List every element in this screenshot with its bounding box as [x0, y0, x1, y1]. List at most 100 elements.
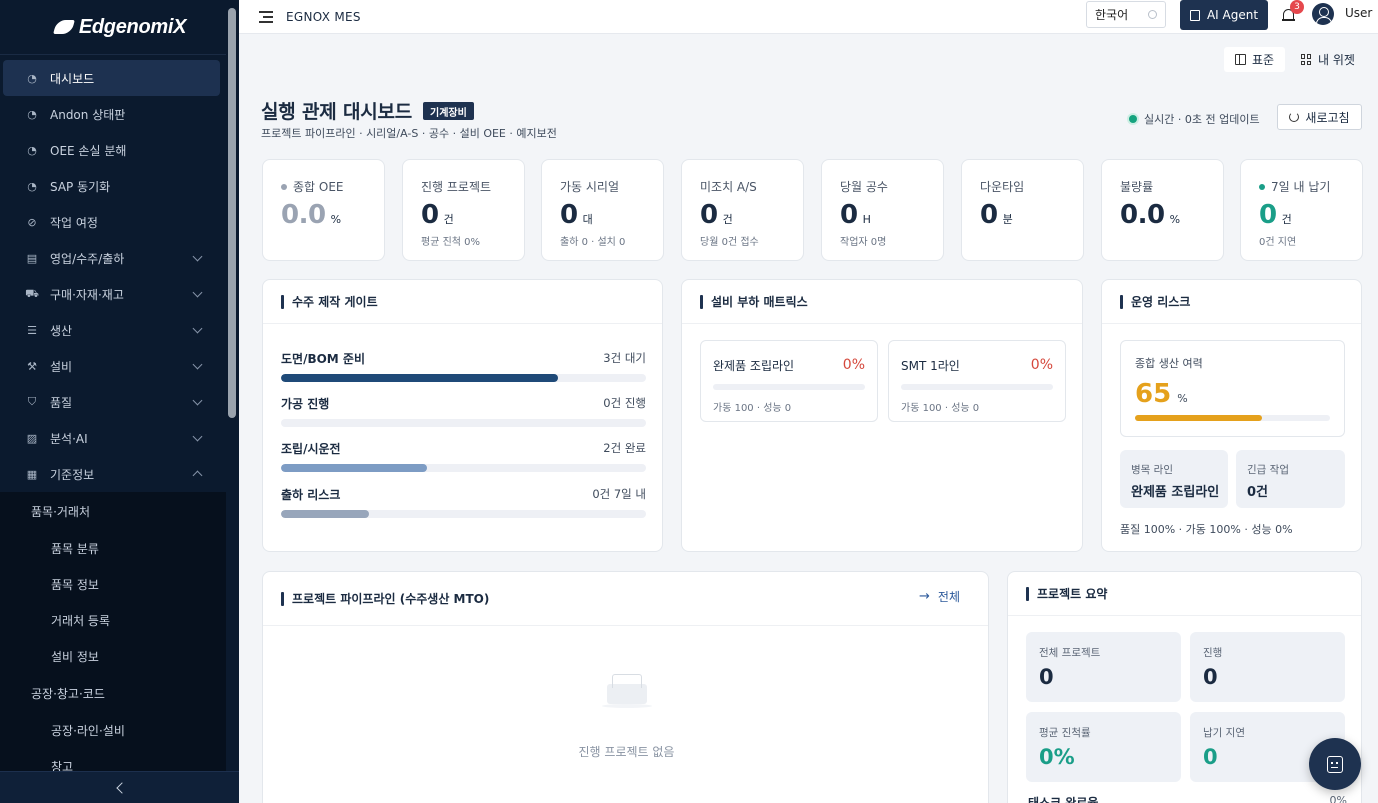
capacity-panel: 종합 생산 여력 65 %	[1120, 340, 1345, 437]
sidebar-item-label: 품질	[50, 395, 73, 410]
pipeline-card: 프로젝트 파이프라인 (수주생산 MTO) → 전체 진행 프로젝트 없음	[262, 571, 989, 803]
kpi-label-text: 진행 프로젝트	[421, 180, 492, 194]
gate-card: 수주 제작 게이트 도면/BOM 준비 3건 대기 가공 진행 0건 진행 조립/시운전…	[262, 279, 663, 552]
view-all-link[interactable]: → 전체	[919, 588, 960, 605]
kpi-card: 7일 내 납기 0 건 0건 지연	[1240, 159, 1363, 261]
brand-logo[interactable]: EdgenomiX	[0, 0, 239, 55]
chevron-up-icon	[192, 470, 203, 481]
menu-toggle-icon[interactable]	[259, 11, 273, 23]
kpi-unit: %	[330, 213, 342, 226]
gate-progress-bar	[281, 510, 646, 518]
gauge-icon: ◔	[27, 107, 37, 121]
refresh-button[interactable]: 새로고침	[1277, 104, 1362, 130]
chevron-down-icon	[192, 359, 203, 370]
kpi-value: 0	[560, 200, 578, 230]
kpi-unit: 분	[1002, 213, 1013, 226]
sidebar-collapse-button[interactable]	[0, 771, 239, 803]
dashboard-icon: ◔	[27, 71, 37, 85]
view-my-widget-label: 내 위젯	[1318, 53, 1355, 67]
kpi-value: 0.0	[281, 200, 326, 230]
submenu-item[interactable]: 품목 분류	[0, 530, 239, 566]
sidebar-item-4[interactable]: ⊘ 작업 여정	[0, 204, 239, 240]
gate-row: 가공 진행 0건 진행	[281, 395, 646, 427]
view-standard-label: 표준	[1252, 53, 1275, 67]
summary-card-title: 프로젝트 요약	[1008, 572, 1361, 616]
summary-tile: 진행 0	[1190, 632, 1345, 702]
equipment-load-tile[interactable]: SMT 1라인 0% 가동 100 · 성능 0	[888, 340, 1066, 422]
sidebar-item-8[interactable]: ⚒ 설비	[0, 348, 239, 384]
realtime-text: 실시간 · 0초 전 업데이트	[1144, 113, 1260, 126]
capacity-bar	[1135, 415, 1330, 421]
kpi-unit: H	[862, 213, 871, 226]
receipt-icon: ▤	[26, 251, 38, 265]
view-my-widget-button[interactable]: 내 위젯	[1290, 47, 1366, 72]
gate-stage-name: 출하 리스크	[281, 488, 341, 502]
gate-stage-count: 2건 완료	[603, 441, 646, 455]
sidebar-item-3[interactable]: ◔ SAP 동기화	[0, 168, 239, 204]
empty-inbox-icon	[602, 670, 652, 708]
language-select[interactable]: 한국어	[1086, 1, 1166, 28]
view-standard-button[interactable]: 표준	[1224, 47, 1286, 72]
chevron-down-icon	[192, 395, 203, 406]
task-completion-value: 0%	[1329, 794, 1347, 803]
sidebar-item-label: 설비	[50, 359, 73, 374]
refresh-label: 새로고침	[1305, 110, 1350, 125]
risk-footer: 품질 100% · 가동 100% · 성능 0%	[1120, 523, 1293, 536]
kpi-label-text: 당월 공수	[840, 180, 888, 194]
gate-progress-bar	[281, 374, 646, 382]
sidebar-item-0[interactable]: ◔ 대시보드	[3, 60, 220, 96]
sidebar-item-7[interactable]: ☰ 생산	[0, 312, 239, 348]
sidebar-item-9[interactable]: ⛉ 품질	[0, 384, 239, 420]
kpi-value-row: 0분	[980, 200, 1083, 230]
sidebar-scroll-thumb[interactable]	[228, 8, 236, 418]
pipeline-card-title: 프로젝트 파이프라인 (수주생산 MTO) → 전체	[263, 572, 988, 626]
ai-agent-button[interactable]: AI Agent	[1180, 0, 1268, 30]
wrench-icon: ⚒	[27, 359, 37, 373]
sidebar-item-label: 대시보드	[50, 71, 95, 86]
kpi-value: 0	[840, 200, 858, 230]
kpi-subtext: 평균 진척 0%	[421, 237, 481, 248]
submenu-item[interactable]: 거래처 등록	[0, 602, 239, 638]
submenu-group-factory[interactable]: 공장·창고·코드	[0, 674, 239, 712]
equipment-load-header: 완제품 조립라인 0%	[713, 357, 865, 374]
ai-chat-fab[interactable]	[1309, 738, 1361, 790]
submenu-item[interactable]: 설비 정보	[0, 638, 239, 674]
summary-tile: 평균 진척률 0%	[1026, 712, 1181, 782]
chevron-down-icon	[192, 251, 203, 262]
robot-icon	[1189, 9, 1200, 21]
kpi-unit: 건	[1281, 213, 1292, 226]
sidebar-item-10[interactable]: ▨ 분석·AI	[0, 420, 239, 456]
app-title: EGNOX MES	[286, 9, 361, 24]
kpi-subtext: 0건 지연	[1259, 237, 1297, 248]
submenu-item[interactable]: 공장·라인·설비	[0, 712, 239, 748]
sidebar-item-6[interactable]: ⛟ 구매·자재·재고	[0, 276, 239, 312]
gate-row: 조립/시운전 2건 완료	[281, 440, 646, 472]
submenu-group-items[interactable]: 품목·거래처	[0, 492, 239, 530]
kpi-card: 가동 시리얼 0 대 출하 0 · 설치 0	[541, 159, 664, 261]
sidebar-item-11[interactable]: ▦ 기준정보	[0, 456, 239, 492]
kpi-value: 0.0	[1120, 200, 1165, 230]
kpi-unit: 건	[443, 213, 454, 226]
equipment-load-header: SMT 1라인 0%	[901, 357, 1053, 374]
sidebar-item-2[interactable]: ◔ OEE 손실 분해	[0, 132, 239, 168]
sidebar-item-5[interactable]: ▤ 영업/수주/출하	[0, 240, 239, 276]
kpi-label-text: 7일 내 납기	[1271, 180, 1331, 194]
kpi-value-row: 0.0%	[1120, 200, 1223, 230]
cart-icon: ⛟	[25, 286, 39, 300]
kpi-label: 가동 시리얼	[560, 178, 663, 195]
gate-row-header: 출하 리스크 0건 7일 내	[281, 486, 646, 503]
page-subtitle: 프로젝트 파이프라인 · 시리얼/A-S · 공수 · 설비 OEE · 예지보…	[261, 127, 557, 140]
bottleneck-value: 완제품 조립라인	[1131, 485, 1220, 500]
kpi-label: 진행 프로젝트	[421, 178, 524, 195]
kpi-unit: 대	[582, 213, 593, 226]
submenu-item[interactable]: 품목 정보	[0, 566, 239, 602]
user-name[interactable]: User	[1345, 6, 1372, 20]
bottleneck-label: 병목 라인	[1131, 464, 1173, 476]
sidebar-item-1[interactable]: ◔ Andon 상태판	[0, 96, 239, 132]
sidebar-nav: ◔ 대시보드 ◔ Andon 상태판 ◔ OEE 손실 분해 ◔ SAP 동기화 ⊘ 작업 여정 ▤…	[0, 55, 239, 492]
chatbot-icon	[1327, 755, 1343, 773]
kpi-subtext: 작업자 0명	[840, 237, 887, 248]
kpi-card: 미조치 A/S 0 건 당월 0건 접수	[681, 159, 804, 261]
equipment-load-tile[interactable]: 완제품 조립라인 0% 가동 100 · 성능 0	[700, 340, 878, 422]
avatar[interactable]	[1312, 3, 1334, 25]
